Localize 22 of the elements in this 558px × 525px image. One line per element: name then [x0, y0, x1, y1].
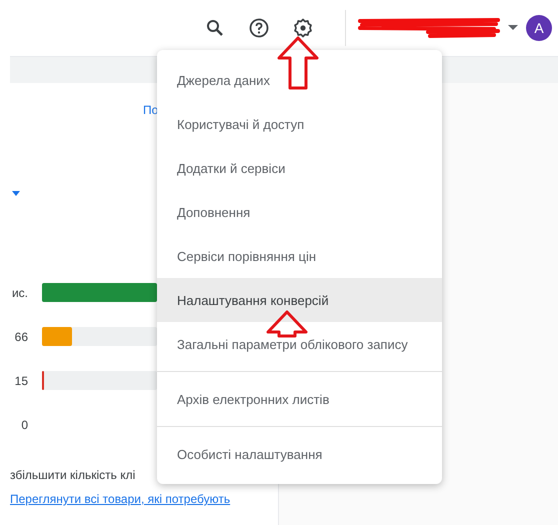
menu-item[interactable]: Доповнення — [157, 190, 442, 234]
bar-label: 66 — [14, 330, 28, 344]
settings-icon[interactable] — [291, 16, 315, 40]
menu-item[interactable]: Особисті налаштування — [157, 432, 442, 476]
menu-item[interactable]: Сервіси порівняння цін — [157, 234, 442, 278]
menu-item[interactable]: Загальні параметри облікового запису — [157, 322, 442, 366]
menu-item[interactable]: Архів електронних листів — [157, 377, 442, 421]
arrow-annotation — [278, 36, 318, 90]
menu-item[interactable]: Налаштування конверсій — [157, 278, 442, 322]
link[interactable]: Переглянути всі товари, які потребують — [10, 492, 230, 506]
menu-item[interactable]: Користувачі й доступ — [157, 102, 442, 146]
bar-label: 0 — [20, 418, 28, 432]
bar-label: ис. — [10, 286, 28, 300]
menu-item[interactable]: Джерела даних — [157, 58, 442, 102]
hint-text: збільшити кількість клі — [10, 468, 136, 482]
arrow-annotation — [266, 310, 308, 338]
caret-icon[interactable] — [508, 25, 518, 31]
avatar[interactable]: A — [526, 15, 552, 41]
bar-label: 15 — [14, 374, 28, 388]
help-icon[interactable] — [247, 16, 271, 40]
caret-icon[interactable] — [12, 191, 20, 196]
menu-item[interactable]: Додатки й сервіси — [157, 146, 442, 190]
